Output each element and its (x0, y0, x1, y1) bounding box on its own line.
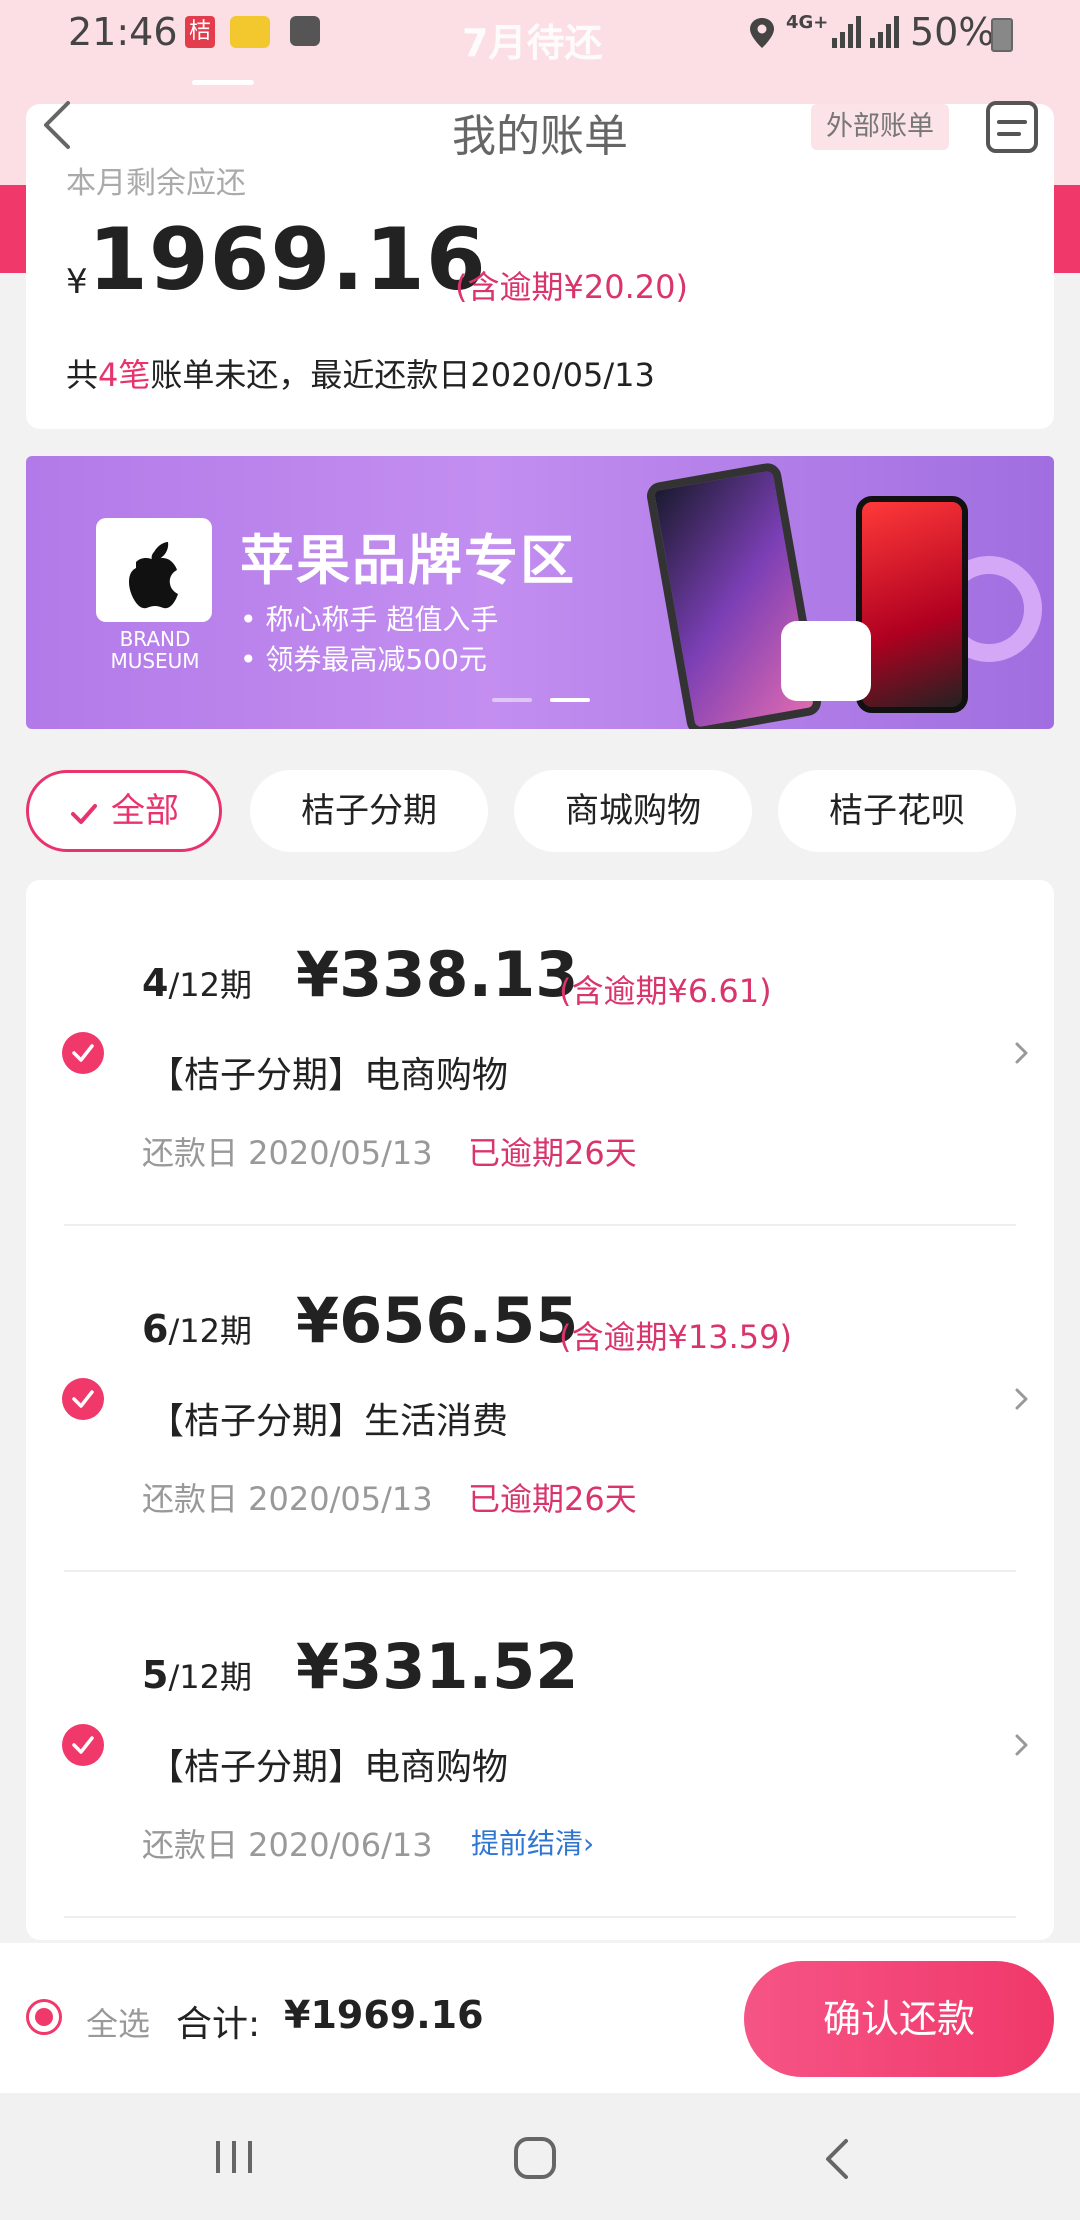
apple-brand-banner[interactable]: BRAND MUSEUM 苹果品牌专区 • 称心称手 超值入手 • 领券最高减50… (26, 456, 1054, 729)
count-prefix: 共 (66, 356, 99, 394)
confirm-repay-button[interactable]: 确认还款 (744, 1961, 1054, 2077)
bill-count: 4笔 (98, 356, 151, 394)
airpods-image (781, 621, 871, 701)
bill-item[interactable]: 6/12期 ¥656.55 (含逾期¥13.59) 【桔子分期】生活消费 还款日… (26, 1226, 1054, 1572)
filter-juzi-installment[interactable]: 桔子分期 (250, 770, 488, 852)
bill-title: 【桔子分期】电商购物 (148, 1055, 509, 1096)
tab-hint: 7月待还 (462, 21, 603, 65)
bill-period: 6/12期 (142, 1306, 252, 1352)
select-all-radio[interactable] (26, 1999, 62, 2035)
bill-item[interactable]: 4/12期 ¥338.13 (含逾期¥6.61) 【桔子分期】电商购物 还款日 … (26, 880, 1054, 1226)
period-current: 5 (142, 1653, 169, 1697)
overdue-note: (含逾期¥20.20) (455, 268, 688, 306)
bill-amount: ¥338.13 (296, 938, 579, 1011)
check-icon (71, 803, 97, 824)
banner-title: 苹果品牌专区 (240, 529, 576, 592)
early-settle-link[interactable]: 提前结清› (471, 1822, 594, 1862)
bill-overdue-status: 已逾期26天 (468, 1480, 637, 1518)
network-type: 4G+ (786, 12, 829, 33)
iphone-image (856, 496, 968, 713)
status-bar: 21:46 桔 7月待还 4G+ 50% (0, 0, 1080, 70)
accent-strip-right (1054, 185, 1080, 273)
filter-juzi-huabei[interactable]: 桔子花呗 (778, 770, 1016, 852)
carousel-indicator-active (550, 698, 590, 702)
brand-museum-text: BRAND MUSEUM (88, 628, 222, 672)
banner-line1: • 称心称手 超值入手 (240, 603, 499, 636)
filter-mall-shopping[interactable]: 商城购物 (514, 770, 752, 852)
chevron-right-icon[interactable] (1012, 1730, 1032, 1760)
banner-line2: • 领券最高减500元 (240, 643, 487, 676)
status-time: 21:46 (68, 10, 178, 54)
check-icon (72, 1044, 94, 1062)
bill-checkbox[interactable] (62, 1724, 104, 1766)
bill-due-date: 还款日 2020/05/13 (142, 1480, 433, 1518)
apple-logo (96, 518, 212, 622)
battery-level: 50% (910, 10, 995, 54)
total-label: 合计: (176, 2004, 261, 2045)
filter-all-label: 全部 (111, 791, 179, 831)
currency-symbol: ¥ (66, 262, 88, 302)
signal-icon (832, 16, 899, 48)
bill-period: 5/12期 (142, 1652, 252, 1698)
bottom-action-bar: 全选 合计: ¥1969.16 确认还款 (0, 1943, 1080, 2093)
period-current: 6 (142, 1307, 169, 1351)
filter-all[interactable]: 全部 (26, 770, 222, 852)
count-suffix: 账单未还，最近还款日2020/05/13 (150, 356, 655, 394)
chevron-right-icon[interactable] (1012, 1038, 1032, 1068)
bill-checkbox[interactable] (62, 1032, 104, 1074)
bill-checkbox[interactable] (62, 1378, 104, 1420)
chevron-right-icon[interactable] (1012, 1384, 1032, 1414)
period-total: /12期 (168, 1658, 252, 1696)
bill-list: 4/12期 ¥338.13 (含逾期¥6.61) 【桔子分期】电商购物 还款日 … (26, 880, 1054, 1940)
bill-list-icon[interactable] (983, 98, 1041, 156)
notification-app-icon (230, 16, 270, 48)
divider (64, 1916, 1016, 1918)
apple-icon (129, 542, 178, 609)
bill-title: 【桔子分期】生活消费 (148, 1401, 509, 1442)
bill-overdue-note: (含逾期¥6.61) (559, 972, 772, 1010)
period-total: /12期 (168, 1312, 252, 1350)
home-icon[interactable] (512, 2135, 558, 2181)
bill-count-summary: 共4笔账单未还，最近还款日2020/05/13 (66, 350, 655, 396)
back-icon[interactable] (820, 2137, 856, 2181)
bill-overdue-note: (含逾期¥13.59) (559, 1318, 792, 1356)
system-nav-bar (0, 2093, 1080, 2220)
battery-icon (991, 18, 1013, 52)
radio-dot (35, 2008, 53, 2026)
check-icon (72, 1736, 94, 1754)
check-icon (72, 1390, 94, 1408)
remaining-label: 本月剩余应还 (66, 166, 246, 201)
bill-title: 【桔子分期】电商购物 (148, 1747, 509, 1788)
external-bill-button[interactable]: 外部账单 (811, 104, 949, 150)
bill-amount: ¥656.55 (296, 1284, 579, 1357)
clock-app-icon (290, 16, 320, 46)
total-value: ¥1969.16 (284, 1993, 484, 2037)
bill-due-date: 还款日 2020/05/13 (142, 1134, 433, 1172)
accent-strip-left (0, 185, 26, 273)
recent-apps-icon[interactable] (212, 2137, 256, 2177)
bill-item[interactable]: 5/12期 ¥331.52 【桔子分期】电商购物 还款日 2020/06/13 … (26, 1572, 1054, 1918)
bill-period: 4/12期 (142, 960, 252, 1006)
bill-due-date: 还款日 2020/06/13 (142, 1826, 433, 1864)
period-total: /12期 (168, 966, 252, 1004)
tab-underline (192, 80, 254, 85)
remaining-amount: 1969.16 (88, 210, 487, 310)
period-current: 4 (142, 961, 169, 1005)
carousel-indicator (492, 698, 532, 702)
bill-amount: ¥331.52 (296, 1630, 579, 1703)
select-all-label[interactable]: 全选 (86, 1999, 150, 2045)
brand-line2: MUSEUM (110, 649, 200, 673)
juzi-app-icon: 桔 (185, 16, 215, 48)
location-icon (750, 18, 774, 48)
brand-line1: BRAND (119, 627, 191, 651)
bill-overdue-status: 已逾期26天 (468, 1134, 637, 1172)
